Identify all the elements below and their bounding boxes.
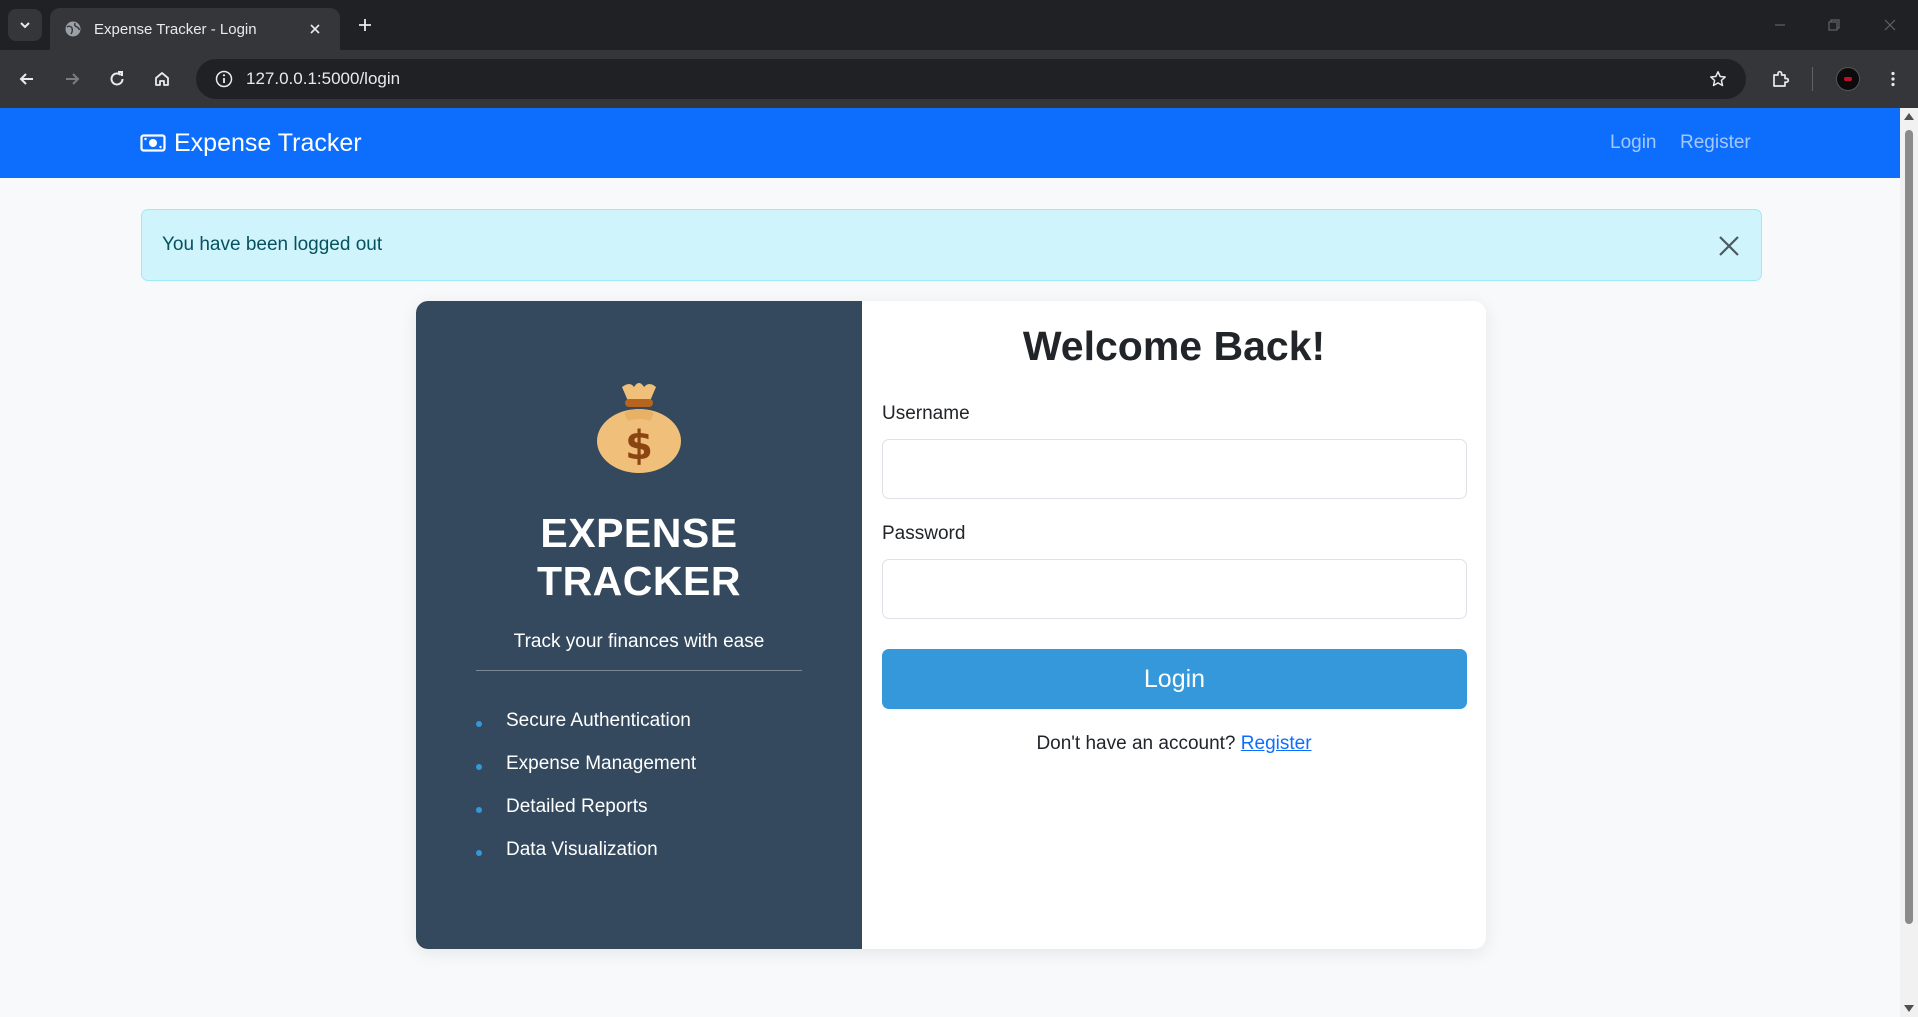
nav-register-link[interactable]: Register bbox=[1680, 108, 1751, 178]
svg-text:$: $ bbox=[625, 423, 653, 469]
browser-menu-button[interactable] bbox=[1877, 63, 1909, 95]
restore-button[interactable] bbox=[1816, 10, 1852, 40]
username-label: Username bbox=[882, 403, 970, 424]
home-icon bbox=[155, 72, 169, 86]
nav-login-link[interactable]: Login bbox=[1610, 108, 1657, 178]
bookmark-star-icon[interactable] bbox=[1698, 70, 1738, 88]
divider bbox=[476, 670, 802, 671]
avatar bbox=[1836, 67, 1860, 91]
browser-tab[interactable]: Expense Tracker - Login bbox=[50, 8, 340, 50]
globe-icon bbox=[65, 21, 81, 37]
page-title: Welcome Back! bbox=[1022, 323, 1326, 369]
close-icon bbox=[1719, 236, 1739, 256]
app-title-line-2: TRACKER bbox=[537, 558, 741, 604]
site-info-icon[interactable] bbox=[204, 70, 244, 88]
page-scrollbar[interactable] bbox=[1900, 108, 1918, 1017]
cash-icon bbox=[140, 133, 166, 153]
bullet-icon bbox=[476, 763, 482, 770]
signup-text: Don't have an account? bbox=[1036, 733, 1241, 754]
arrow-right-icon bbox=[66, 73, 80, 85]
alert-close-button[interactable] bbox=[1715, 232, 1743, 260]
browser-toolbar: 127.0.0.1:5000/login bbox=[0, 50, 1918, 108]
brand-name: Expense Tracker bbox=[174, 128, 362, 157]
brand-panel: $ EXPENSE TRACKER Track your finances wi… bbox=[416, 301, 862, 949]
reload-icon bbox=[110, 71, 124, 86]
app-title: EXPENSE TRACKER bbox=[416, 509, 862, 605]
alert-message: You have been logged out bbox=[162, 234, 383, 255]
close-window-button[interactable] bbox=[1872, 10, 1908, 40]
bullet-icon bbox=[476, 849, 482, 856]
reload-button[interactable] bbox=[101, 63, 133, 95]
navbar-brand[interactable]: Expense Tracker bbox=[140, 108, 362, 178]
login-button[interactable]: Login bbox=[882, 649, 1467, 709]
plus-icon bbox=[359, 19, 371, 31]
login-form-panel: Welcome Back! Username Password Login Do… bbox=[862, 301, 1486, 949]
home-button[interactable] bbox=[146, 63, 178, 95]
feature-list: Secure Authentication Expense Management… bbox=[476, 699, 816, 871]
money-bag-icon: $ bbox=[594, 375, 684, 475]
scroll-down-arrow-icon[interactable] bbox=[1904, 1005, 1914, 1012]
browser-tabstrip: Expense Tracker - Login bbox=[0, 0, 1918, 50]
back-button[interactable] bbox=[11, 63, 43, 95]
feature-item: Secure Authentication bbox=[476, 699, 816, 742]
profile-button[interactable] bbox=[1832, 63, 1864, 95]
bullet-icon bbox=[476, 806, 482, 813]
feature-label: Secure Authentication bbox=[506, 709, 691, 731]
feature-label: Data Visualization bbox=[506, 838, 658, 860]
minimize-icon bbox=[1775, 24, 1785, 26]
tab-search-button[interactable] bbox=[8, 9, 42, 41]
address-bar[interactable]: 127.0.0.1:5000/login bbox=[196, 59, 1746, 99]
arrow-left-icon bbox=[19, 73, 33, 85]
login-card: $ EXPENSE TRACKER Track your finances wi… bbox=[416, 301, 1486, 949]
app-title-line-1: EXPENSE bbox=[540, 510, 738, 556]
puzzle-icon bbox=[1773, 70, 1790, 87]
bullet-icon bbox=[476, 720, 482, 727]
scrollbar-thumb[interactable] bbox=[1905, 130, 1913, 924]
more-vertical-icon bbox=[1891, 71, 1895, 87]
chevron-down-icon bbox=[20, 22, 30, 29]
password-label: Password bbox=[882, 523, 966, 544]
feature-item: Data Visualization bbox=[476, 828, 816, 871]
tagline: Track your finances with ease bbox=[513, 631, 765, 652]
register-link[interactable]: Register bbox=[1241, 733, 1312, 754]
url-text: 127.0.0.1:5000/login bbox=[246, 69, 401, 88]
logout-alert: You have been logged out bbox=[141, 209, 1762, 281]
signup-prompt: Don't have an account? Register bbox=[862, 733, 1486, 755]
close-icon bbox=[1884, 19, 1896, 31]
new-tab-button[interactable] bbox=[352, 12, 378, 38]
username-input[interactable] bbox=[882, 439, 1467, 499]
page-viewport: Expense Tracker Login Register You have … bbox=[0, 108, 1900, 1017]
site-navbar: Expense Tracker Login Register bbox=[0, 108, 1900, 178]
toolbar-separator bbox=[1812, 67, 1813, 91]
feature-label: Detailed Reports bbox=[506, 795, 648, 817]
feature-label: Expense Management bbox=[506, 752, 697, 774]
password-input[interactable] bbox=[882, 559, 1467, 619]
tab-close-icon[interactable] bbox=[304, 18, 326, 40]
scroll-up-arrow-icon[interactable] bbox=[1904, 113, 1914, 120]
feature-item: Expense Management bbox=[476, 742, 816, 785]
restore-icon bbox=[1828, 19, 1840, 31]
tab-title: Expense Tracker - Login bbox=[94, 20, 257, 38]
feature-item: Detailed Reports bbox=[476, 785, 816, 828]
forward-button[interactable] bbox=[56, 63, 88, 95]
minimize-button[interactable] bbox=[1762, 10, 1798, 40]
extensions-button[interactable] bbox=[1765, 63, 1797, 95]
